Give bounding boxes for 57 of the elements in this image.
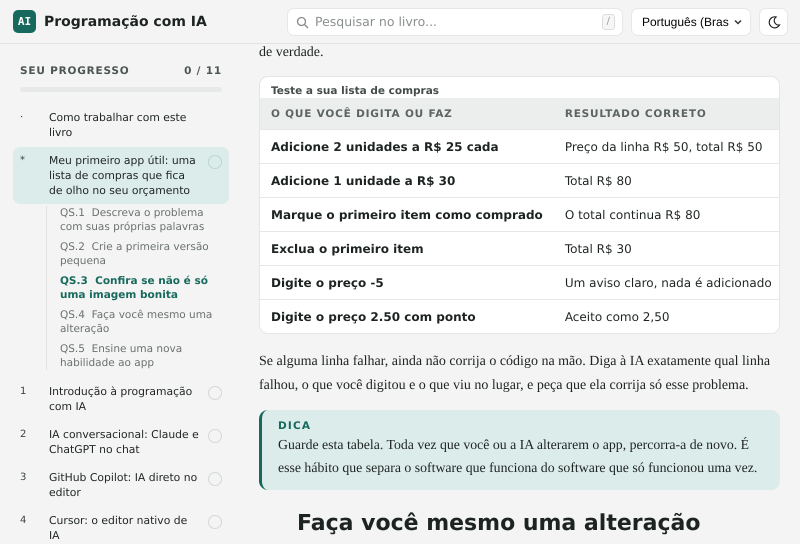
chapter-title: Cursor: o editor nativo de IA xyxy=(49,513,188,543)
table-cell: O total continua R$ 80 xyxy=(554,198,779,232)
table-cell: Preço da linha R$ 50, total R$ 50 xyxy=(554,130,779,164)
table-cell: Aceito como 2,50 xyxy=(554,300,779,333)
table-cell: Marque o primeiro item como comprado xyxy=(260,198,554,232)
body-text: de verdade. xyxy=(259,44,325,61)
section-link[interactable]: QS.5 Ensine uma nova habilidade ao app xyxy=(60,342,229,370)
table-cell: Total R$ 30 xyxy=(554,232,779,266)
section-link[interactable]: QS.4 Faça você mesmo uma alteração xyxy=(60,308,229,336)
section-link[interactable]: QS.3 Confira se não é só uma imagem bonita xyxy=(60,274,229,302)
column-header: RESULTADO CORRETO xyxy=(554,98,779,130)
chapter-item[interactable]: · Como trabalhar com este livro xyxy=(13,104,229,146)
column-header: O QUE VOCÊ DIGITA OU FAZ xyxy=(260,98,554,130)
chapter-marker: * xyxy=(20,154,26,168)
chapter-title: Meu primeiro app útil: uma lista de compras que fica de olho no seu orçamento xyxy=(49,153,197,198)
caret-icon xyxy=(734,18,742,24)
section-heading: Faça você mesmo uma alteração xyxy=(297,510,702,537)
table-cell: Digite o preço -5 xyxy=(260,266,554,300)
moon-icon xyxy=(766,14,780,28)
progress-label: SEU PROGRESSO xyxy=(20,65,130,77)
tip-label: DICA xyxy=(278,419,312,433)
theme-toggle-button[interactable] xyxy=(759,8,788,36)
section-link[interactable]: QS.1 Descreva o problema com suas próprias palavras xyxy=(60,206,229,234)
table-cell: Adicione 2 unidades a R$ 25 cada xyxy=(260,130,554,164)
chapter-item[interactable]: * Meu primeiro app útil: uma lista de compras que fica de olho no seu orçamento xyxy=(13,147,229,204)
progress-circle-icon[interactable] xyxy=(208,515,222,529)
chapter-title: Como trabalhar com este livro xyxy=(49,110,188,140)
chapter-item[interactable]: 2 IA conversacional: Claude e ChatGPT no chat xyxy=(13,421,229,463)
language-select[interactable]: Português (Bras xyxy=(631,8,751,36)
table-cell: Um aviso claro, nada é adicionado xyxy=(554,266,779,300)
chapter-item[interactable]: 1 Introdução à programação com IA xyxy=(13,378,229,420)
chapter-marker: 3 xyxy=(20,471,28,485)
logo: AI xyxy=(13,10,36,33)
chapter-marker: · xyxy=(20,111,24,125)
section-link[interactable]: QS.2 Crie a primeira versão pequena xyxy=(60,240,229,268)
body-paragraph: Se alguma linha falhar, ainda não corrija o código na mão. Diga à IA exatamente qual linha falhou, o que você digitou e o que viu no lugar, e peça que ela corrija só esse problema. xyxy=(259,353,772,395)
table-cell: Digite o preço 2.50 com ponto xyxy=(260,300,554,333)
table-cell: Total R$ 80 xyxy=(554,164,779,198)
progress-circle-icon[interactable] xyxy=(208,472,222,486)
table-cell: Exclua o primeiro item xyxy=(260,232,554,266)
progress-circle-icon[interactable] xyxy=(208,429,222,443)
progress-count: 0 / 11 xyxy=(184,65,222,77)
chapter-title: IA conversacional: Claude e ChatGPT no chat xyxy=(49,427,200,457)
table-caption: Teste a sua lista de compras xyxy=(270,84,440,98)
chapter-marker: 4 xyxy=(20,514,28,528)
table-cell: Adicione 1 unidade a R$ 30 xyxy=(260,164,554,198)
progress-circle-icon[interactable] xyxy=(208,386,222,400)
app-title: Programação com IA xyxy=(44,14,207,30)
progress-circle-icon[interactable] xyxy=(208,155,222,169)
chapter-item[interactable]: 3 GitHub Copilot: IA direto no editor xyxy=(13,464,229,506)
chapter-marker: 1 xyxy=(20,385,28,399)
chapter-title: GitHub Copilot: IA direto no editor xyxy=(49,470,198,500)
tip-text: Guarde esta tabela. Toda vez que você ou a IA alterarem o app, percorra-a de novo. É esse hábito que separa o software que funciona do software que só funcionou uma vez. xyxy=(278,436,758,477)
search-icon xyxy=(296,16,309,28)
chapter-marker: 2 xyxy=(20,428,28,442)
chapter-item[interactable]: 4 Cursor: o editor nativo de IA xyxy=(13,507,229,544)
chapter-title: Introdução à programação com IA xyxy=(49,384,194,414)
